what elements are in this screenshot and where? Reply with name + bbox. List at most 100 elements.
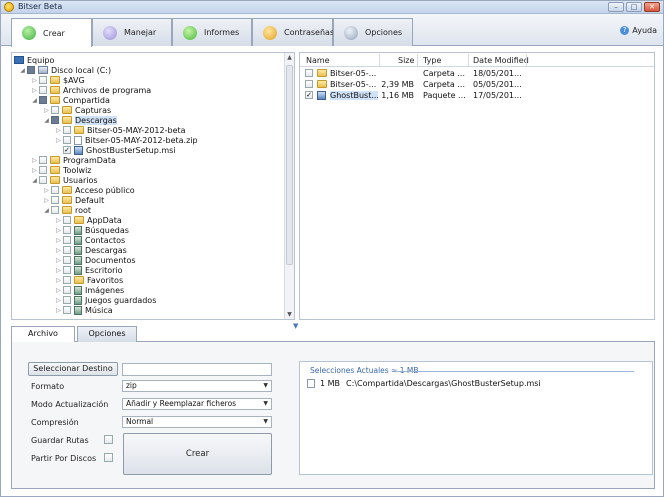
tree-item[interactable]: ▷ Archivos de programa — [30, 85, 151, 95]
tree-checkbox[interactable] — [63, 306, 71, 314]
expand-arrow-icon[interactable]: ▷ — [54, 307, 63, 314]
tree-checkbox[interactable] — [39, 176, 47, 184]
destination-field[interactable] — [122, 363, 272, 376]
collapse-arrow-icon[interactable]: ◢ — [42, 207, 51, 214]
expand-arrow-icon[interactable]: ▷ — [54, 287, 63, 294]
expand-arrow-icon[interactable]: ▷ — [42, 197, 51, 204]
save-paths-checkbox[interactable] — [104, 435, 113, 444]
file-row[interactable]: Bitser-05-... 2,39 MB Carpeta ... 05/05/… — [300, 79, 654, 90]
collapse-arrow-icon[interactable]: ◢ — [30, 97, 39, 104]
tree-item[interactable]: ▷ Favoritos — [54, 275, 123, 285]
tree-item[interactable]: ▷ Capturas — [42, 105, 111, 115]
tree-checkbox[interactable] — [39, 76, 47, 84]
tree-checkbox[interactable] — [63, 266, 71, 274]
column-header-name[interactable]: Name — [306, 56, 330, 65]
tree-item[interactable]: ▷ Contactos — [54, 235, 125, 245]
tree-item[interactable]: ▷ Default — [42, 195, 104, 205]
tree-checkbox[interactable] — [63, 236, 71, 244]
help-link[interactable]: ? Ayuda — [620, 26, 657, 35]
tab-opciones-archivo[interactable]: Opciones — [77, 326, 137, 342]
scroll-down-icon[interactable]: ▼ — [285, 311, 294, 318]
expand-arrow-icon[interactable]: ▷ — [30, 87, 39, 94]
expand-arrow-icon[interactable]: ▷ — [54, 297, 63, 304]
tree-checkbox[interactable] — [39, 86, 47, 94]
tree-item[interactable]: ◢ root — [42, 205, 91, 215]
split-disks-checkbox[interactable] — [104, 453, 113, 462]
compression-select[interactable]: Normal ▼ — [122, 416, 272, 428]
tree-item[interactable]: ◢ Disco local (C:) — [18, 65, 111, 75]
expand-arrow-icon[interactable]: ▷ — [54, 267, 63, 274]
tree-item[interactable]: ▷ AppData — [54, 215, 122, 225]
tree-item[interactable]: ▷ Documentos — [54, 255, 136, 265]
column-separator[interactable] — [526, 54, 527, 66]
tree-item[interactable]: ▷ Descargas — [54, 245, 127, 255]
tree-checkbox-checked[interactable]: ✓ — [63, 146, 71, 154]
tree-checkbox[interactable] — [63, 296, 71, 304]
tab-crear[interactable]: Crear — [11, 18, 92, 47]
tree-item[interactable]: ▷ Imágenes — [54, 285, 124, 295]
expand-arrow-icon[interactable]: ▷ — [54, 247, 63, 254]
expand-arrow-icon[interactable]: ▷ — [54, 227, 63, 234]
column-separator[interactable] — [379, 54, 380, 66]
row-checkbox[interactable] — [305, 69, 313, 77]
tree-item[interactable]: ▷ Bitser-05-MAY-2012-beta — [54, 125, 185, 135]
tree-item[interactable]: ▷ Escritorio — [54, 265, 123, 275]
selection-item[interactable]: 1 MB C:\Compartida\Descargas\GhostBuster… — [307, 379, 541, 388]
column-header-type[interactable]: Type — [423, 56, 441, 65]
column-separator[interactable] — [417, 54, 418, 66]
tree-checkbox[interactable] — [63, 126, 71, 134]
tab-archivo[interactable]: Archivo — [11, 326, 75, 343]
expand-arrow-icon[interactable]: ▷ — [30, 167, 39, 174]
tree-item[interactable]: ✓ GhostBusterSetup.msi — [63, 145, 176, 155]
expand-arrow-icon[interactable]: ▷ — [30, 77, 39, 84]
update-mode-select[interactable]: Añadir y Reemplazar ficheros ▼ — [122, 398, 272, 410]
scroll-thumb[interactable] — [286, 65, 293, 265]
tree-item[interactable]: Equipo — [14, 55, 54, 65]
tree-item[interactable]: ▷ Juegos guardados — [54, 295, 156, 305]
tree-checkbox[interactable] — [39, 156, 47, 164]
minimize-button[interactable]: – — [608, 2, 624, 12]
restore-button[interactable]: □ — [626, 2, 642, 12]
tree-item[interactable]: ◢ Descargas — [42, 115, 117, 125]
format-select[interactable]: zip ▼ — [122, 380, 272, 392]
tree-item[interactable]: ◢ Compartida — [30, 95, 110, 105]
tree-checkbox[interactable] — [51, 206, 59, 214]
expand-arrow-icon[interactable]: ▷ — [54, 277, 63, 284]
file-list[interactable]: Name Size Type Date Modified Bitser-05-.… — [299, 52, 655, 320]
tree-checkbox[interactable] — [51, 116, 59, 124]
collapse-arrow-icon[interactable]: ◢ — [42, 117, 51, 124]
scroll-up-icon[interactable]: ▲ — [285, 54, 294, 61]
tree-item[interactable]: ▷ Toolwiz — [30, 165, 91, 175]
collapse-arrow-icon[interactable]: ◢ — [30, 177, 39, 184]
tab-contrasenas[interactable]: Contraseñas — [252, 18, 334, 46]
folder-tree[interactable]: Equipo ◢ Disco local (C:) ▷ $AVG ▷ Archi… — [11, 52, 295, 320]
tree-checkbox[interactable] — [63, 216, 71, 224]
file-row-selected[interactable]: ✓ GhostBust... 1,16 MB Paquete ... 17/05… — [300, 90, 654, 101]
tree-item[interactable]: ◢ Usuarios — [30, 175, 97, 185]
column-header-size[interactable]: Size — [398, 56, 414, 65]
tree-checkbox[interactable] — [51, 186, 59, 194]
tree-checkbox[interactable] — [63, 136, 71, 144]
tree-checkbox[interactable] — [39, 96, 47, 104]
tree-item[interactable]: ▷ Música — [54, 305, 113, 315]
tree-checkbox[interactable] — [63, 246, 71, 254]
expand-arrow-icon[interactable]: ▷ — [54, 257, 63, 264]
tab-informes[interactable]: Informes — [172, 18, 252, 46]
tree-checkbox[interactable] — [27, 66, 35, 74]
select-destination-button[interactable]: Seleccionar Destino — [28, 362, 118, 376]
tree-checkbox[interactable] — [63, 256, 71, 264]
close-button[interactable]: ✕ — [644, 2, 660, 12]
column-separator[interactable] — [468, 54, 469, 66]
expand-arrow-icon[interactable]: ▷ — [54, 217, 63, 224]
tab-opciones[interactable]: Opciones — [333, 18, 413, 46]
tree-item[interactable]: ▷ Búsquedas — [54, 225, 129, 235]
tree-checkbox[interactable] — [39, 166, 47, 174]
expand-arrow-icon[interactable]: ▷ — [54, 237, 63, 244]
tree-item[interactable]: ▷ ProgramData — [30, 155, 116, 165]
tree-item[interactable]: ▷ Acceso público — [42, 185, 134, 195]
expand-arrow-icon[interactable]: ▷ — [42, 187, 51, 194]
column-header-date[interactable]: Date Modified — [473, 56, 529, 65]
tree-checkbox[interactable] — [63, 286, 71, 294]
tree-checkbox[interactable] — [51, 106, 59, 114]
expand-arrow-icon[interactable]: ▷ — [54, 137, 63, 144]
